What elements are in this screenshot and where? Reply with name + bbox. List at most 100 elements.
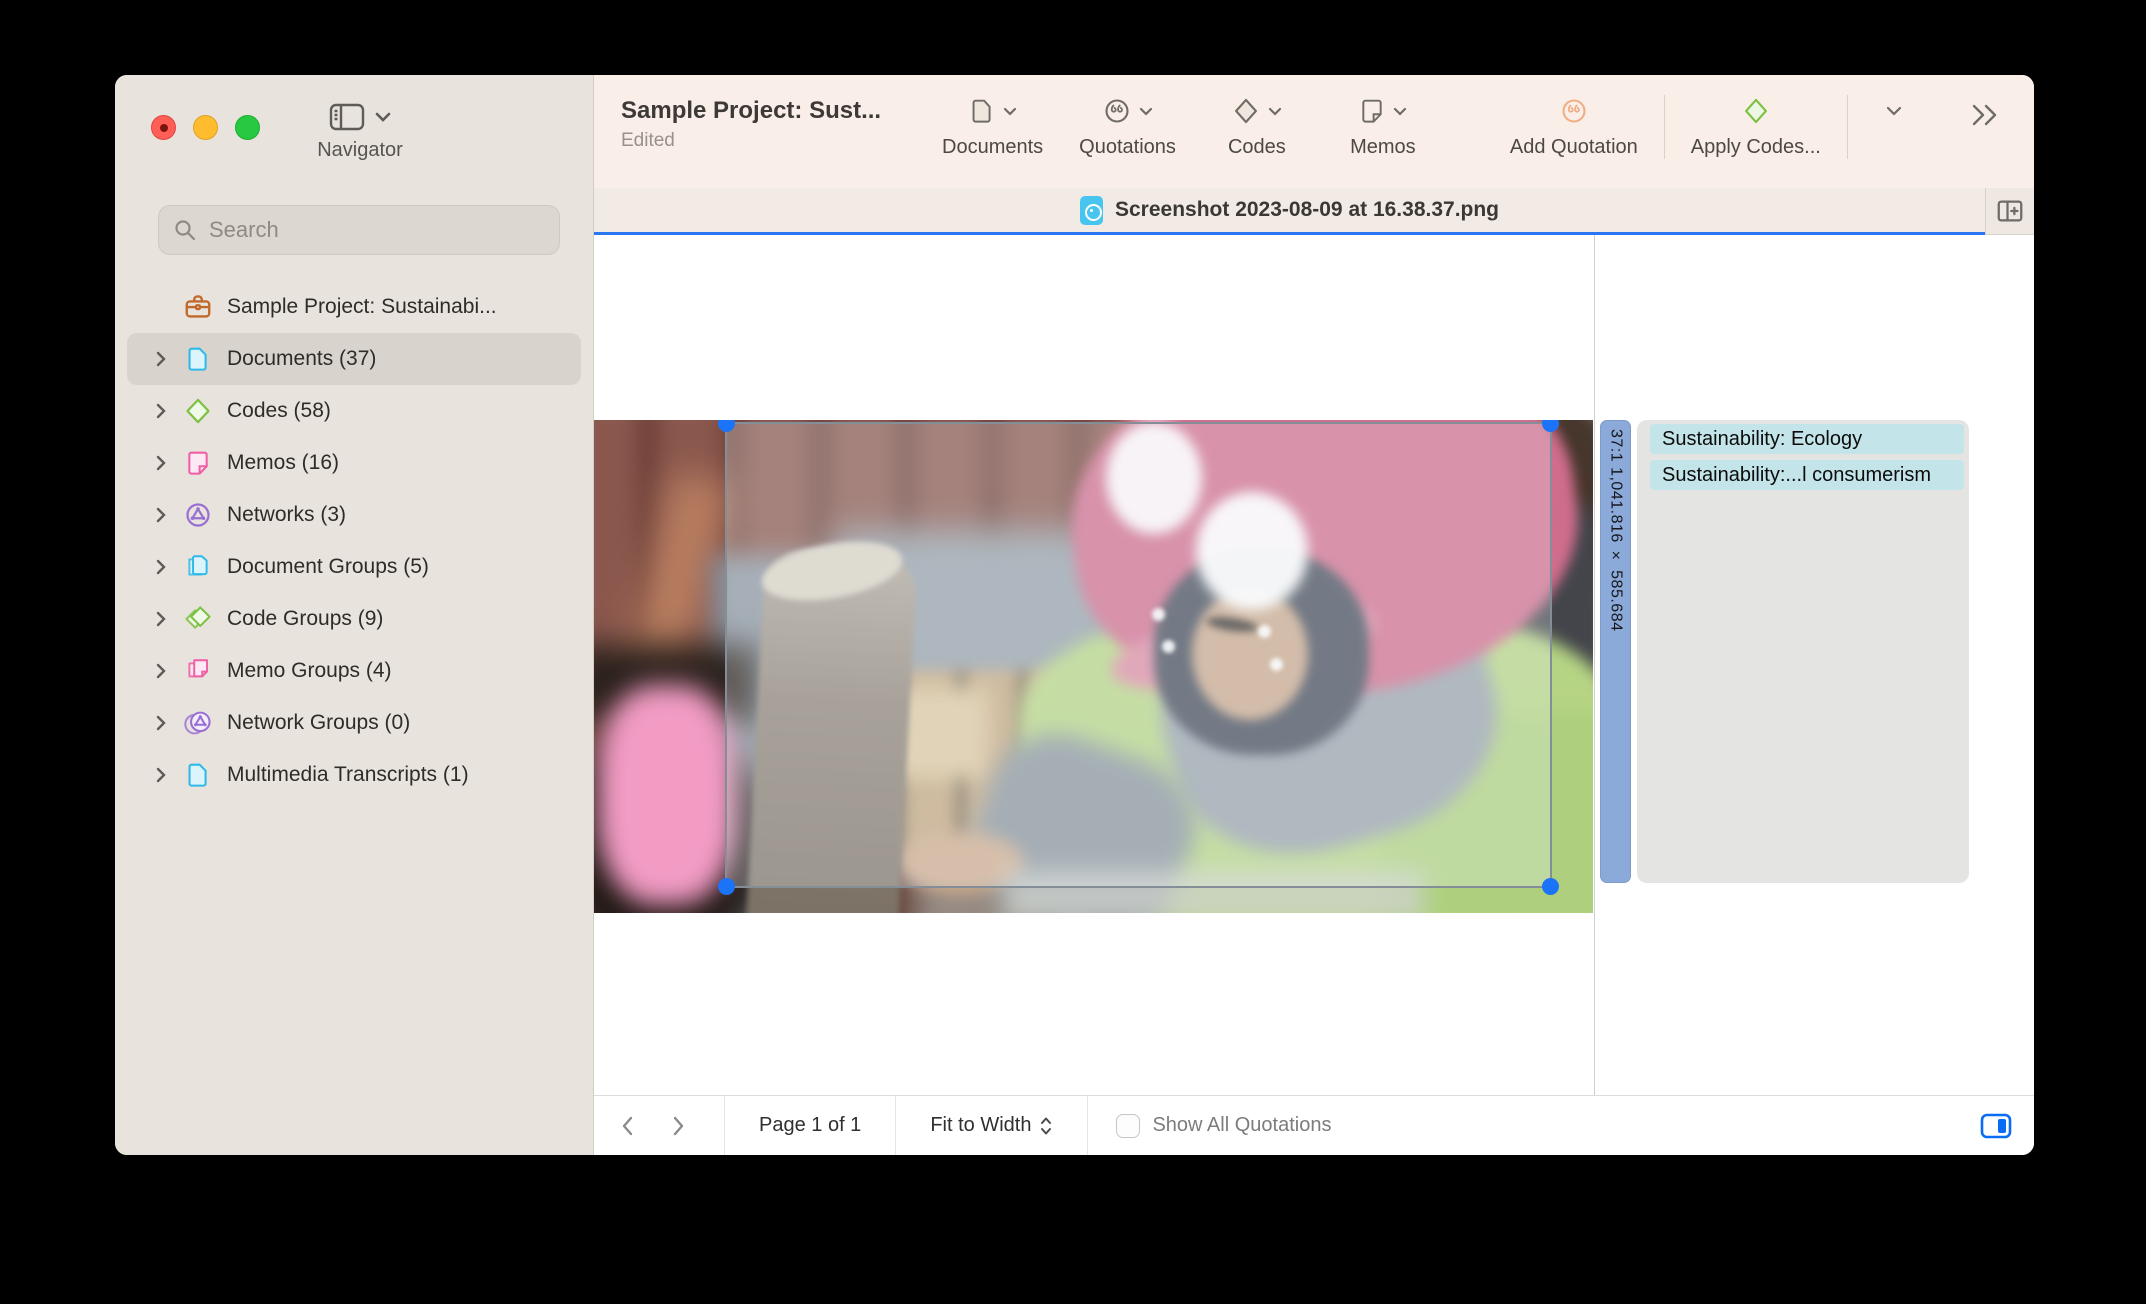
margin-codes-panel: Sustainability: Ecology Sustainability:.… bbox=[1637, 420, 1969, 883]
margin-divider bbox=[1594, 235, 1595, 1095]
memos-toolbar-button[interactable]: Memos bbox=[1338, 89, 1428, 159]
sidebar-item-label: Document Groups (5) bbox=[227, 555, 429, 578]
chevron-down-icon bbox=[1886, 106, 1902, 116]
window-controls bbox=[151, 115, 260, 140]
quotations-toolbar-button[interactable]: Quotations bbox=[1079, 89, 1176, 159]
navigator-toggle[interactable]: Navigator bbox=[315, 103, 405, 162]
zoom-button[interactable] bbox=[235, 115, 260, 140]
disclosure-chevron-icon[interactable] bbox=[151, 506, 171, 524]
tab-screenshot-document[interactable]: Screenshot 2023-08-09 at 16.38.37.png bbox=[594, 188, 1985, 235]
selection-handle-bottom-left[interactable] bbox=[718, 878, 735, 895]
disclosure-chevron-icon[interactable] bbox=[151, 558, 171, 576]
sidebar-item-codes[interactable]: Codes (58) bbox=[127, 385, 581, 437]
disclosure-chevron-icon[interactable] bbox=[151, 766, 171, 784]
sidebar-item-network-groups[interactable]: Network Groups (0) bbox=[127, 697, 581, 749]
sidebar-item-label: Codes (58) bbox=[227, 399, 331, 422]
collapsed-toolbar-item[interactable] bbox=[1874, 89, 1914, 133]
toolbar-button-label: Add Quotation bbox=[1509, 136, 1638, 158]
disclosure-chevron-icon[interactable] bbox=[151, 454, 171, 472]
memo-icon bbox=[1359, 96, 1385, 126]
toolbar-separator bbox=[1846, 95, 1848, 159]
selection-handle-top-left[interactable] bbox=[718, 420, 735, 432]
sidebar-item-document-groups[interactable]: Document Groups (5) bbox=[127, 541, 581, 593]
search-input[interactable] bbox=[207, 216, 545, 244]
toolbar-button-label: Memos bbox=[1350, 136, 1416, 158]
document-view: 37:1 1,041.816 × 585.684 Sustainability:… bbox=[594, 235, 2034, 1095]
image-document-canvas[interactable] bbox=[594, 420, 1593, 913]
sidebar-item-multimedia-transcripts[interactable]: Multimedia Transcripts (1) bbox=[127, 749, 581, 801]
memo-group-icon bbox=[181, 656, 215, 686]
close-button[interactable] bbox=[151, 115, 176, 140]
quotation-selection-rectangle[interactable] bbox=[718, 420, 1559, 895]
toolbar-button-label: Apply Codes... bbox=[1690, 136, 1821, 158]
sidebar-panel-icon bbox=[329, 103, 365, 131]
disclosure-chevron-icon[interactable] bbox=[151, 350, 171, 368]
documents-toolbar-button[interactable]: Documents bbox=[942, 89, 1043, 159]
window-title: Sample Project: Sust... bbox=[621, 97, 882, 124]
new-tab-split-button[interactable] bbox=[1985, 188, 2034, 235]
tab-title: Screenshot 2023-08-09 at 16.38.37.png bbox=[1114, 198, 1500, 221]
desktop: Navigator Search Sample Project: Sustain… bbox=[0, 0, 2146, 1304]
code-diamond-icon bbox=[181, 397, 215, 425]
code-chip-ecology[interactable]: Sustainability: Ecology bbox=[1650, 424, 1964, 454]
network-group-icon bbox=[181, 708, 215, 738]
sidebar-item-memos[interactable]: Memos (16) bbox=[127, 437, 581, 489]
disclosure-chevron-icon[interactable] bbox=[151, 714, 171, 732]
split-view-plus-icon bbox=[1995, 196, 2025, 226]
code-chip-label: Sustainability: Ecology bbox=[1662, 427, 1863, 450]
network-icon bbox=[181, 501, 215, 529]
page-indicator: Page 1 of 1 bbox=[759, 1114, 862, 1136]
codes-toolbar-button[interactable]: Codes bbox=[1212, 89, 1302, 159]
code-chip-consumerism[interactable]: Sustainability:...l consumerism bbox=[1650, 460, 1964, 490]
double-chevron-right-icon bbox=[1968, 101, 2002, 129]
next-page-button[interactable] bbox=[670, 1114, 686, 1138]
document-tab-bar: Screenshot 2023-08-09 at 16.38.37.png bbox=[594, 188, 2034, 235]
apply-codes-button[interactable]: Apply Codes... bbox=[1691, 89, 1821, 159]
apply-codes-diamond-icon bbox=[1742, 96, 1770, 126]
quotation-bar-label: 37:1 1,041.816 × 585.684 bbox=[1607, 429, 1625, 632]
show-all-quotations-control[interactable]: Show All Quotations bbox=[1088, 1113, 1359, 1138]
sidebar-item-label: Network Groups (0) bbox=[227, 711, 411, 734]
previous-page-button[interactable] bbox=[620, 1114, 636, 1138]
sidebar-item-label: Memo Groups (4) bbox=[227, 659, 392, 682]
navigator-sidebar: Navigator Search Sample Project: Sustain… bbox=[115, 75, 594, 1155]
sidebar-item-memo-groups[interactable]: Memo Groups (4) bbox=[127, 645, 581, 697]
chevron-down-icon bbox=[1393, 107, 1407, 116]
selection-handle-bottom-right[interactable] bbox=[1542, 878, 1559, 895]
quotation-icon bbox=[1103, 97, 1131, 125]
show-all-quotations-label: Show All Quotations bbox=[1152, 1114, 1332, 1136]
toolbar-button-label: Documents bbox=[942, 136, 1044, 158]
edited-status: Edited bbox=[621, 130, 675, 151]
window-title-block: Sample Project: Sust... Edited bbox=[621, 97, 921, 152]
toolbar-button-label: Codes bbox=[1227, 136, 1286, 158]
quotation-bar[interactable]: 37:1 1,041.816 × 585.684 bbox=[1600, 420, 1631, 883]
zoom-mode-select[interactable]: Fit to Width bbox=[896, 1114, 1087, 1137]
disclosure-chevron-icon[interactable] bbox=[151, 402, 171, 420]
minimize-button[interactable] bbox=[193, 115, 218, 140]
chevron-down-icon bbox=[1003, 107, 1017, 116]
show-all-quotations-checkbox[interactable] bbox=[1116, 1113, 1141, 1138]
chevron-down-icon bbox=[375, 112, 391, 122]
up-down-chevron-icon bbox=[1039, 1115, 1053, 1137]
document-icon bbox=[181, 761, 215, 789]
sidebar-item-project[interactable]: Sample Project: Sustainabi... bbox=[127, 281, 581, 333]
sidebar-item-networks[interactable]: Networks (3) bbox=[127, 489, 581, 541]
sidebar-item-label: Multimedia Transcripts (1) bbox=[227, 763, 469, 786]
code-group-icon bbox=[181, 604, 215, 634]
chevron-down-icon bbox=[1139, 107, 1153, 116]
sidebar-item-label: Networks (3) bbox=[227, 503, 347, 526]
disclosure-chevron-icon[interactable] bbox=[151, 662, 171, 680]
toolbar-overflow-button[interactable] bbox=[1968, 101, 2002, 129]
search-field[interactable] bbox=[158, 205, 560, 255]
toggle-right-panel-button[interactable] bbox=[1980, 1113, 2012, 1139]
memo-icon bbox=[181, 449, 215, 477]
sidebar-item-label: Memos (16) bbox=[227, 451, 340, 474]
sidebar-item-code-groups[interactable]: Code Groups (9) bbox=[127, 593, 581, 645]
add-quotation-button[interactable]: Add Quotation bbox=[1510, 89, 1638, 159]
sidebar-item-documents[interactable]: Documents (37) bbox=[127, 333, 581, 385]
search-icon bbox=[173, 218, 197, 242]
briefcase-icon bbox=[181, 292, 215, 322]
disclosure-chevron-icon[interactable] bbox=[151, 610, 171, 628]
main-toolbar: Documents Quotations Codes Memos Add Quo… bbox=[924, 89, 1932, 181]
sidebar-item-label: Sample Project: Sustainabi... bbox=[227, 295, 497, 318]
